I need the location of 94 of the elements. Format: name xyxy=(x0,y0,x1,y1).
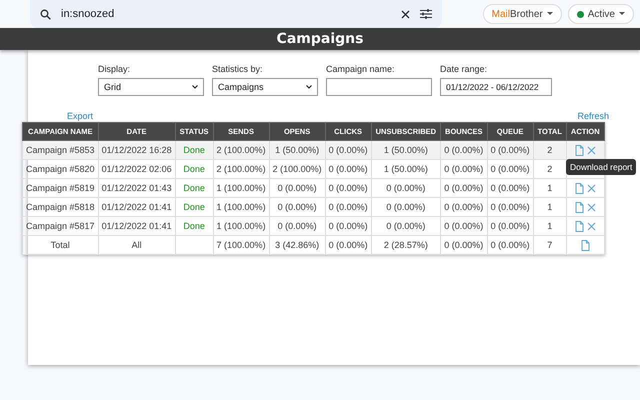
table-cell: 0 (0.00%) xyxy=(490,202,530,212)
dropdown[interactable]: Campaigns xyxy=(212,78,318,96)
highlighted-row[interactable]: Campaign #5853 01/12/2022 16:28 Done 2 (100.00%) 1 (50.00%) 0 (0.00%) 1 (50.00%) 0 (0.00%) 0 (0.00%) 2 xyxy=(22,140,604,160)
table-cell: Campaign #5819 xyxy=(26,183,95,193)
table-cell: 0 (0.00%) xyxy=(328,240,368,250)
field-label: Display: xyxy=(98,64,132,74)
table-cell: 0 (0.00%) xyxy=(328,145,368,155)
delete-icon[interactable] xyxy=(586,184,596,192)
field-label: Statistics by: xyxy=(212,64,264,74)
table-cell: 0 (0.00%) xyxy=(328,202,368,212)
sliders-icon[interactable] xyxy=(420,9,432,19)
table-cell: 0 (0.00%) xyxy=(444,221,484,231)
status-text: Done xyxy=(183,183,205,193)
input-field[interactable]: 01/12/2022 - 06/12/2022 xyxy=(440,78,552,96)
table-row[interactable]: Campaign #5819 01/12/2022 01:43 Done 1 (100.00%) 0 (0.00%) 0 (0.00%) 0 (0.00%) 0 (0.00%) 0 (0.00%) 1 xyxy=(22,178,604,198)
table-cell: 2 xyxy=(547,145,552,155)
status-text: Done xyxy=(183,145,205,155)
table-cell: 0 (0.00%) xyxy=(386,202,426,212)
table-cell: 0 (0.00%) xyxy=(490,164,530,174)
table-cell: 01/12/2022 02:06 xyxy=(102,164,172,174)
table-cell: 1 xyxy=(547,221,552,231)
delete-icon[interactable] xyxy=(586,202,596,212)
caret-icon xyxy=(619,12,625,16)
page-title: Campaigns xyxy=(276,31,364,47)
table-cell: All xyxy=(132,240,142,250)
table-cell: Campaign #5818 xyxy=(26,202,95,212)
table-cell: 0 (0.00%) xyxy=(328,221,368,231)
table-cell: 01/12/2022 16:28 xyxy=(102,145,172,155)
table-cell: 2 xyxy=(547,164,552,174)
table-cell: Campaign #5817 xyxy=(26,221,95,231)
table-row[interactable]: Campaign #5818 01/12/2022 01:41 Done 1 (100.00%) 0 (0.00%) 0 (0.00%) 0 (0.00%) 0 (0.00%) 0 (0.00%) 1 xyxy=(22,198,604,216)
table-cell: 0 (0.00%) xyxy=(278,221,317,231)
export-link[interactable]: Export xyxy=(67,111,94,121)
table-cell: 01/12/2022 01:41 xyxy=(102,221,172,231)
table-cell: 1 xyxy=(547,183,552,193)
search-icon[interactable] xyxy=(40,8,51,20)
dropdown[interactable]: Grid xyxy=(98,78,204,96)
table-cell: 7 (100.00%) xyxy=(216,240,266,250)
table-cell: 0 (0.00%) xyxy=(490,183,530,193)
table-cell: 1 (100.00%) xyxy=(216,183,266,193)
table-cell: 0 (0.00%) xyxy=(444,240,484,250)
table-cell: 2 (100.00%) xyxy=(272,164,322,174)
table-cell: 2 (28.57%) xyxy=(384,240,428,250)
table-cell: 1 (50.00%) xyxy=(384,164,428,174)
table-cell: 0 (0.00%) xyxy=(386,183,426,193)
close-icon[interactable] xyxy=(401,10,410,18)
search-field[interactable]: in:snoozed xyxy=(30,0,442,28)
chevron-icon xyxy=(306,85,312,89)
document-icon[interactable] xyxy=(574,220,584,232)
refresh-link[interactable]: Refresh xyxy=(577,111,609,121)
table-cell: 2 (100.00%) xyxy=(216,145,266,155)
delete-icon[interactable] xyxy=(586,146,596,154)
table-cell: 3 (42.86%) xyxy=(275,240,320,250)
document-icon[interactable] xyxy=(574,202,584,212)
table-cell: 0 (0.00%) xyxy=(444,164,484,174)
table-cell: 0 (0.00%) xyxy=(278,202,317,212)
table-cell: 2 (100.00%) xyxy=(216,164,266,174)
table-row[interactable]: Campaign #5817 01/12/2022 01:41 Done 1 (100.00%) 0 (0.00%) 0 (0.00%) 0 (0.00%) 0 (0.00%) 0 (0.00%) 1 xyxy=(22,216,604,236)
brand-menu-button[interactable]: MailBrother xyxy=(482,4,562,24)
table-cell: 0 (0.00%) xyxy=(386,221,426,231)
table-cell: 0 (0.00%) xyxy=(444,183,484,193)
table-cell: 7 xyxy=(547,240,552,250)
table-cell: 0 (0.00%) xyxy=(328,183,368,193)
table-cell: 0 (0.00%) xyxy=(490,145,530,155)
table-cell: 1 (100.00%) xyxy=(216,221,266,231)
table-cell: 0 (0.00%) xyxy=(490,240,530,250)
document-icon[interactable] xyxy=(574,182,584,194)
field-label: Date range: xyxy=(440,64,488,74)
status-text: Done xyxy=(183,221,205,231)
table-cell: 1 xyxy=(547,202,552,212)
table-cell: 0 (0.00%) xyxy=(444,145,484,155)
table-cell: Total xyxy=(50,240,70,250)
table-cell: 1 (50.00%) xyxy=(275,145,320,155)
table-cell: 0 (0.00%) xyxy=(278,183,317,193)
tooltip: Download report xyxy=(566,159,636,175)
status-text: Done xyxy=(183,164,205,174)
chevron-icon xyxy=(192,85,198,89)
caret-icon xyxy=(546,12,553,16)
delete-icon[interactable] xyxy=(586,222,596,230)
table-cell: 0 (0.00%) xyxy=(444,202,484,212)
document-icon[interactable] xyxy=(580,240,590,250)
table-cell: 01/12/2022 01:43 xyxy=(102,183,172,193)
status-button[interactable]: Active xyxy=(568,4,634,24)
status-text: Done xyxy=(183,202,205,212)
table-cell: 01/12/2022 01:41 xyxy=(102,202,172,212)
table-cell: 1 (100.00%) xyxy=(216,202,266,212)
field-label: Campaign name: xyxy=(326,64,396,74)
document-icon[interactable] xyxy=(574,144,584,156)
table-cell: 0 (0.00%) xyxy=(328,164,368,174)
table-cell: Campaign #5853 xyxy=(26,145,95,155)
table-cell: 1 (50.00%) xyxy=(384,145,428,155)
table-cell: 0 (0.00%) xyxy=(490,221,530,231)
input-field[interactable] xyxy=(326,78,432,96)
table-cell: Campaign #5820 xyxy=(26,164,95,174)
